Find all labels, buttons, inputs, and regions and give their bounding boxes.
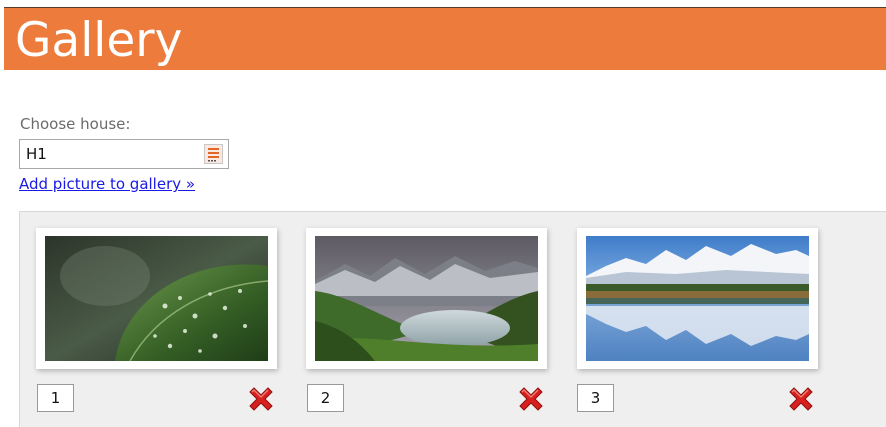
page-header: Gallery (4, 7, 886, 70)
gallery-order-1[interactable]: 1 (37, 384, 74, 412)
mountain-lake-image (315, 236, 538, 361)
delete-icon[interactable] (786, 384, 816, 414)
add-picture-link[interactable]: Add picture to gallery » (19, 175, 195, 193)
delete-icon[interactable] (516, 384, 546, 414)
snowy-mountain-reflection-image (586, 236, 809, 361)
house-select-value: H1 (26, 145, 47, 163)
house-select[interactable]: H1 (19, 139, 229, 169)
gallery-order-2[interactable]: 2 (307, 384, 344, 412)
gallery-panel: 1 2 3 (19, 211, 886, 427)
gallery-thumbnail-3[interactable] (577, 228, 818, 369)
gallery-order-3[interactable]: 3 (577, 384, 614, 412)
delete-icon[interactable] (246, 384, 276, 414)
dropdown-list-icon[interactable] (204, 144, 223, 164)
gallery-thumbnail-1[interactable] (36, 228, 277, 369)
choose-house-label: Choose house: (20, 115, 131, 133)
gallery-thumbnail-2[interactable] (306, 228, 547, 369)
page-title: Gallery (15, 13, 183, 68)
leaf-image (45, 236, 268, 361)
